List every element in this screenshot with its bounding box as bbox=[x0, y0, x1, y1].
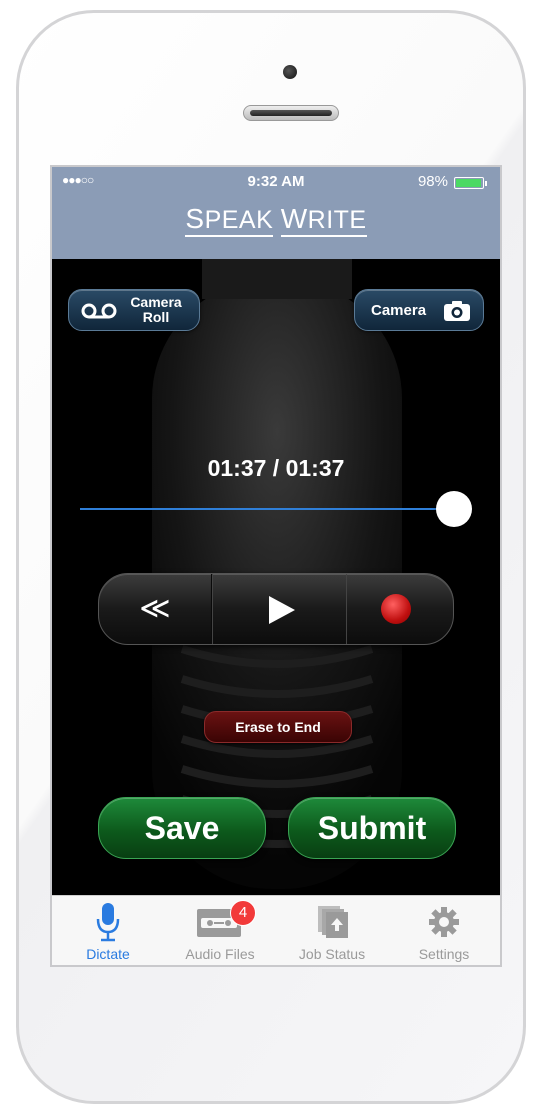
speakwrite-logo: SPEAK WRITE bbox=[52, 205, 500, 237]
tab-label: Audio Files bbox=[185, 946, 255, 962]
battery-percent: 98% bbox=[417, 173, 448, 190]
camera-icon bbox=[444, 301, 470, 321]
tab-label: Dictate bbox=[86, 946, 130, 962]
tab-bar: Dictate 4 Audio Files Job Status Setting… bbox=[52, 895, 500, 965]
record-icon bbox=[381, 594, 411, 624]
erase-to-end-button[interactable]: Erase to End bbox=[204, 711, 352, 743]
tab-job-status[interactable]: Job Status bbox=[276, 896, 388, 965]
playback-slider-thumb[interactable] bbox=[436, 491, 472, 527]
play-icon bbox=[269, 596, 295, 624]
microphone-icon bbox=[96, 903, 120, 942]
app-screen: ●●●○○ 9:32 AM 98% SPEAK WRITE Camera Rol… bbox=[50, 165, 502, 967]
battery-level-fill bbox=[456, 179, 481, 187]
camera-label: Camera bbox=[371, 302, 427, 319]
play-button[interactable] bbox=[212, 574, 347, 644]
tab-label: Job Status bbox=[298, 946, 366, 962]
job-status-icon bbox=[318, 906, 348, 938]
audio-files-badge: 4 bbox=[230, 900, 256, 926]
earpiece-speaker bbox=[243, 105, 339, 121]
camera-button[interactable]: Camera bbox=[354, 289, 484, 331]
tab-dictate[interactable]: Dictate bbox=[52, 896, 164, 965]
camera-roll-button[interactable]: Camera Roll bbox=[68, 289, 200, 331]
record-button[interactable] bbox=[346, 574, 453, 644]
battery-icon bbox=[454, 177, 487, 189]
gear-icon bbox=[429, 907, 459, 937]
tab-audio-files[interactable]: 4 Audio Files bbox=[164, 896, 276, 965]
tab-settings[interactable]: Settings bbox=[388, 896, 500, 965]
save-button[interactable]: Save bbox=[98, 797, 266, 859]
front-camera-icon bbox=[283, 65, 297, 79]
app-header: ●●●○○ 9:32 AM 98% SPEAK WRITE bbox=[52, 167, 500, 259]
rewind-button[interactable]: ≪ bbox=[99, 574, 212, 644]
status-bar: ●●●○○ 9:32 AM 98% bbox=[52, 171, 500, 193]
transport-controls: ≪ bbox=[98, 573, 454, 645]
playback-slider-track[interactable] bbox=[80, 508, 460, 510]
submit-button[interactable]: Submit bbox=[288, 797, 456, 859]
rewind-icon: ≪ bbox=[139, 592, 171, 625]
voicemail-icon bbox=[81, 303, 117, 319]
tab-label: Settings bbox=[418, 946, 470, 962]
playback-timer: 01:37 / 01:37 bbox=[207, 455, 345, 481]
camera-roll-label: Camera Roll bbox=[130, 294, 182, 325]
